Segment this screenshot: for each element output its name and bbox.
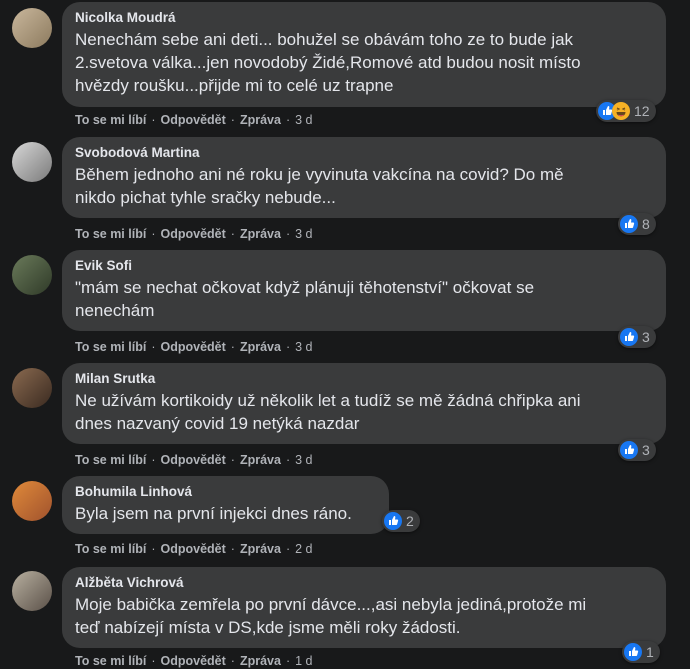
reaction-summary[interactable]: 2 — [382, 510, 420, 532]
separator: · — [285, 542, 291, 556]
timestamp[interactable]: 3 d — [295, 453, 312, 467]
comment-actions: To se mi líbí · Odpovědět · Zpráva · 1 d — [75, 654, 313, 668]
comment-bubble: Milan Srutka Ne užívám kortikoidy už něk… — [62, 363, 666, 444]
like-link[interactable]: To se mi líbí — [75, 227, 146, 241]
separator: · — [285, 113, 291, 127]
reply-link[interactable]: Odpovědět — [160, 453, 225, 467]
comment-actions: To se mi líbí · Odpovědět · Zpráva · 3 d — [75, 453, 313, 467]
separator: · — [151, 340, 156, 354]
avatar[interactable] — [12, 142, 52, 182]
timestamp[interactable]: 1 d — [295, 654, 312, 668]
reaction-summary[interactable]: 12 — [596, 100, 656, 122]
reply-link[interactable]: Odpovědět — [160, 227, 225, 241]
comment-actions: To se mi líbí · Odpovědět · Zpráva · 2 d — [75, 542, 313, 556]
like-icon — [620, 215, 638, 233]
reaction-summary[interactable]: 3 — [618, 326, 656, 348]
like-icon — [620, 328, 638, 346]
share-link[interactable]: Zpráva — [240, 113, 281, 127]
comment-bubble: Alžběta Vichrová Moje babička zemřela po… — [62, 567, 666, 648]
separator: · — [230, 340, 235, 354]
like-link[interactable]: To se mi líbí — [75, 113, 146, 127]
separator: · — [151, 113, 156, 127]
separator: · — [151, 654, 156, 668]
timestamp[interactable]: 2 d — [295, 542, 312, 556]
avatar[interactable] — [12, 368, 52, 408]
separator: · — [230, 542, 235, 556]
avatar[interactable] — [12, 571, 52, 611]
avatar[interactable] — [12, 255, 52, 295]
comment-actions: To se mi líbí · Odpovědět · Zpráva · 3 d — [75, 227, 313, 241]
like-link[interactable]: To se mi líbí — [75, 654, 146, 668]
comment-author[interactable]: Svobodová Martina — [75, 144, 654, 161]
separator: · — [285, 453, 291, 467]
reaction-summary[interactable]: 1 — [622, 641, 660, 663]
comment-text: Moje babička zemřela po první dávce...,a… — [75, 595, 587, 637]
separator: · — [230, 453, 235, 467]
comment-bubble: Nicolka Moudrá Nenechám sebe ani deti...… — [62, 2, 666, 107]
separator: · — [151, 227, 156, 241]
separator: · — [285, 654, 291, 668]
comment-author[interactable]: Nicolka Moudrá — [75, 9, 654, 26]
like-icon — [624, 643, 642, 661]
haha-icon — [612, 102, 630, 120]
reply-link[interactable]: Odpovědět — [160, 542, 225, 556]
separator: · — [151, 453, 156, 467]
reaction-count: 1 — [646, 644, 654, 660]
like-link[interactable]: To se mi líbí — [75, 340, 146, 354]
comment-text: Ne užívám kortikoidy už několik let a tu… — [75, 391, 581, 433]
reaction-summary[interactable]: 8 — [618, 213, 656, 235]
separator: · — [285, 227, 291, 241]
like-icon — [620, 441, 638, 459]
comment-text: Nenechám sebe ani deti... bohužel se obá… — [75, 30, 581, 95]
avatar[interactable] — [12, 8, 52, 48]
like-link[interactable]: To se mi líbí — [75, 542, 146, 556]
comment-actions: To se mi líbí · Odpovědět · Zpráva · 3 d — [75, 113, 313, 127]
timestamp[interactable]: 3 d — [295, 227, 312, 241]
comment-actions: To se mi líbí · Odpovědět · Zpráva · 3 d — [75, 340, 313, 354]
reply-link[interactable]: Odpovědět — [160, 340, 225, 354]
separator: · — [230, 654, 235, 668]
comment-text: "mám se nechat očkovat když plánuji těho… — [75, 278, 535, 320]
comment-text: Byla jsem na první injekci dnes ráno. — [75, 504, 352, 523]
comment-text: Během jednoho ani né roku je vyvinuta va… — [75, 165, 564, 207]
comment-bubble: Evik Sofi "mám se nechat očkovat když pl… — [62, 250, 666, 331]
separator: · — [151, 542, 156, 556]
reaction-count: 3 — [642, 442, 650, 458]
reaction-summary[interactable]: 3 — [618, 439, 656, 461]
comment-bubble: Bohumila Linhová Byla jsem na první inje… — [62, 476, 389, 534]
share-link[interactable]: Zpráva — [240, 654, 281, 668]
comment-author[interactable]: Alžběta Vichrová — [75, 574, 654, 591]
reply-link[interactable]: Odpovědět — [160, 654, 225, 668]
separator: · — [230, 113, 235, 127]
share-link[interactable]: Zpráva — [240, 542, 281, 556]
timestamp[interactable]: 3 d — [295, 340, 312, 354]
comment-author[interactable]: Milan Srutka — [75, 370, 654, 387]
like-link[interactable]: To se mi líbí — [75, 453, 146, 467]
share-link[interactable]: Zpráva — [240, 453, 281, 467]
reaction-count: 2 — [406, 513, 414, 529]
comment-author[interactable]: Evik Sofi — [75, 257, 654, 274]
timestamp[interactable]: 3 d — [295, 113, 312, 127]
share-link[interactable]: Zpráva — [240, 340, 281, 354]
reaction-count: 12 — [634, 103, 650, 119]
share-link[interactable]: Zpráva — [240, 227, 281, 241]
reaction-count: 3 — [642, 329, 650, 345]
like-icon — [384, 512, 402, 530]
comment-bubble: Svobodová Martina Během jednoho ani né r… — [62, 137, 666, 218]
reply-link[interactable]: Odpovědět — [160, 113, 225, 127]
avatar[interactable] — [12, 481, 52, 521]
separator: · — [285, 340, 291, 354]
separator: · — [230, 227, 235, 241]
reaction-count: 8 — [642, 216, 650, 232]
comment-author[interactable]: Bohumila Linhová — [75, 483, 377, 500]
